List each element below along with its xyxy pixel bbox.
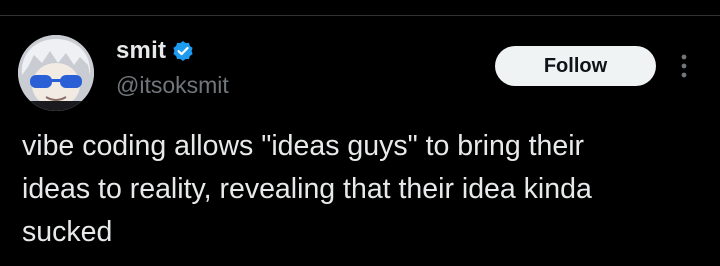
user-handle[interactable]: @itsoksmit	[116, 72, 229, 99]
author-name-row: smit	[116, 34, 194, 68]
follow-button[interactable]: Follow	[495, 46, 656, 86]
tweet-line: sucked	[22, 216, 113, 248]
tweet-line: vibe coding allows "ideas guys" to bring…	[22, 130, 585, 162]
avatar-image	[18, 35, 94, 111]
tweet-text: vibe coding allows "ideas guys" to bring…	[22, 125, 702, 254]
more-options-icon[interactable]	[676, 52, 692, 80]
display-name[interactable]: smit	[116, 37, 166, 65]
avatar[interactable]	[18, 35, 94, 111]
top-divider	[0, 15, 720, 16]
tweet-line: ideas to reality, revealing that their i…	[22, 173, 592, 205]
verified-badge-icon	[172, 40, 194, 62]
